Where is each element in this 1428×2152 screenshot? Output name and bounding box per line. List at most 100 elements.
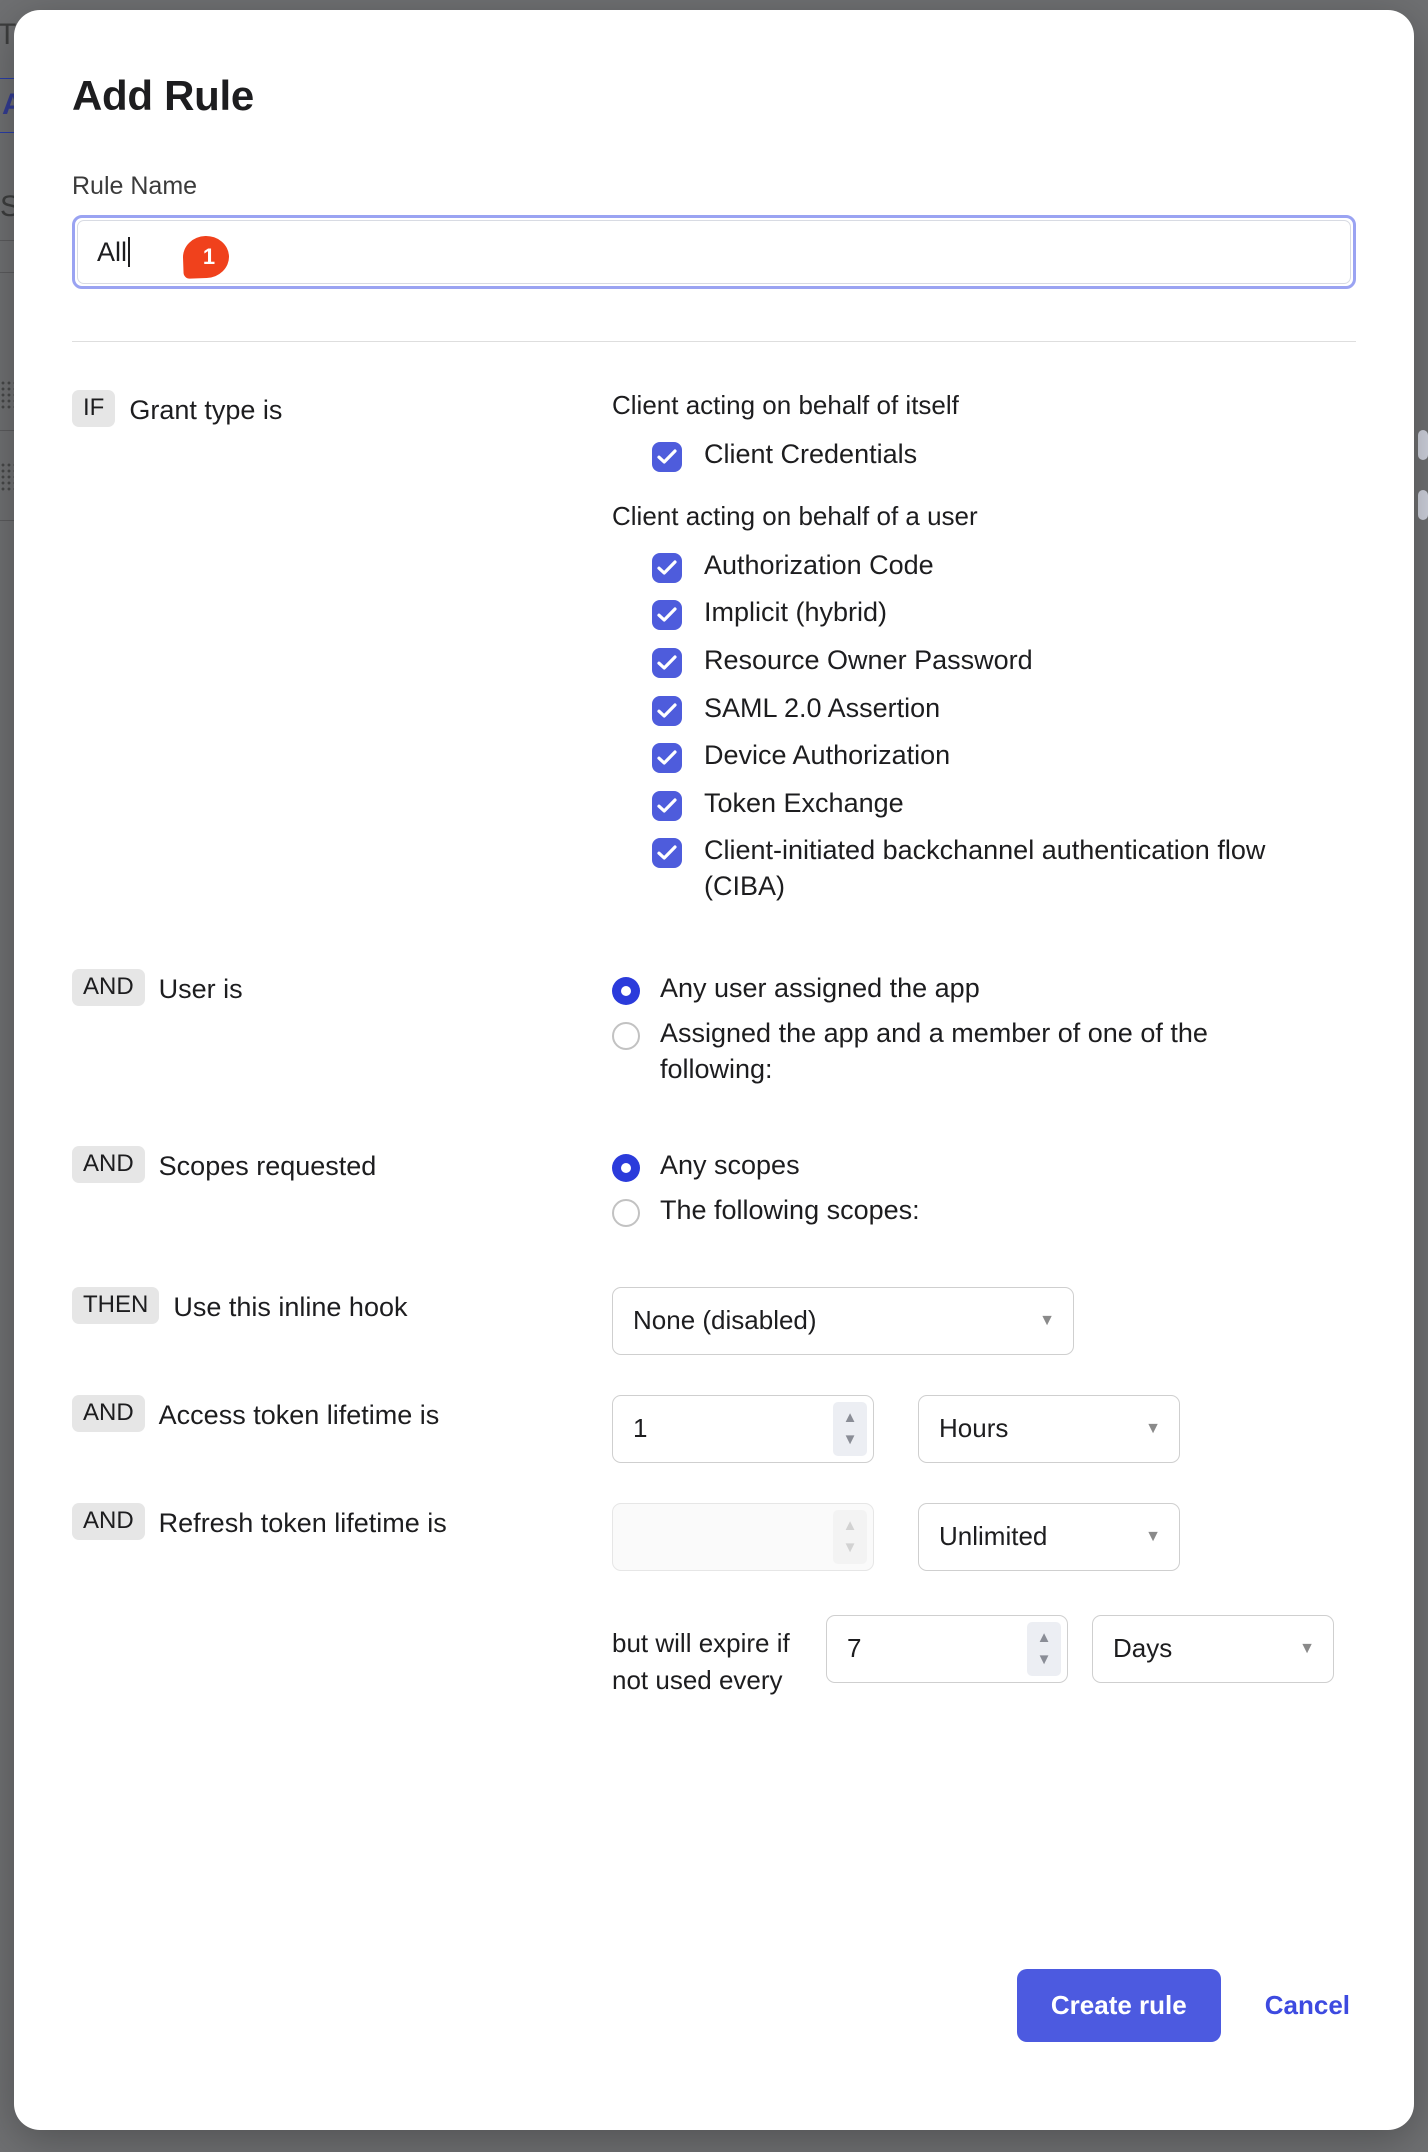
user-is-label: User is: [159, 969, 243, 1007]
checkbox-item-saml-assertion[interactable]: SAML 2.0 Assertion: [652, 691, 1356, 727]
refresh-token-unit-value: Unlimited: [939, 1521, 1047, 1552]
checkbox-checked-icon[interactable]: [652, 553, 682, 583]
refresh-token-controls: ▲ ▼ Unlimited ▼ but will expire if not u…: [612, 1503, 1356, 1700]
grant-type-row-left: IF Grant type is: [72, 390, 612, 428]
radio-label: The following scopes:: [660, 1193, 920, 1229]
radio-item-any-user-assigned[interactable]: Any user assigned the app: [612, 971, 1356, 1007]
chevron-down-icon[interactable]: ▼: [1037, 1652, 1052, 1667]
condition-row-grant-type: IF Grant type is Client acting on behalf…: [72, 390, 1356, 917]
scopes-options: Any scopes The following scopes:: [612, 1146, 1356, 1239]
radio-selected-icon[interactable]: [612, 1154, 640, 1182]
checkbox-label: Resource Owner Password: [704, 643, 1033, 679]
add-rule-dialog: Add Rule Rule Name All 1 IF Grant type i…: [14, 10, 1414, 2130]
operator-chip-if: IF: [72, 390, 115, 427]
radio-item-assigned-and-member[interactable]: Assigned the app and a member of one of …: [612, 1016, 1356, 1087]
access-token-unit-select[interactable]: Hours ▼: [918, 1395, 1180, 1463]
checkbox-label: SAML 2.0 Assertion: [704, 691, 940, 727]
annotation-number: 1: [183, 236, 229, 278]
radio-selected-icon[interactable]: [612, 977, 640, 1005]
page-title: Add Rule: [72, 72, 1356, 120]
inline-hook-row-left: THEN Use this inline hook: [72, 1287, 612, 1325]
checkbox-checked-icon[interactable]: [652, 696, 682, 726]
grant-group-heading-self: Client acting on behalf of itself: [612, 390, 1356, 421]
checkbox-item-authorization-code[interactable]: Authorization Code: [652, 548, 1356, 584]
checkbox-label: Device Authorization: [704, 738, 950, 774]
text-cursor: [128, 237, 130, 267]
checkbox-checked-icon[interactable]: [652, 791, 682, 821]
checkbox-item-resource-owner-password[interactable]: Resource Owner Password: [652, 643, 1356, 679]
chevron-up-icon: ▲: [843, 1518, 858, 1533]
checkbox-item-device-authorization[interactable]: Device Authorization: [652, 738, 1356, 774]
grant-type-options: Client acting on behalf of itself Client…: [612, 390, 1356, 917]
expire-amount-input[interactable]: 7 ▲ ▼: [826, 1615, 1068, 1683]
backdrop-divider: [0, 240, 14, 241]
checkbox-item-token-exchange[interactable]: Token Exchange: [652, 786, 1356, 822]
operator-chip-and: AND: [72, 1503, 145, 1540]
scopes-row-left: AND Scopes requested: [72, 1146, 612, 1184]
checkbox-label: Client Credentials: [704, 437, 917, 473]
number-stepper[interactable]: ▲ ▼: [833, 1402, 867, 1456]
operator-chip-and: AND: [72, 969, 145, 1006]
checkbox-item-client-credentials[interactable]: Client Credentials: [652, 437, 1356, 473]
refresh-token-unit-select[interactable]: Unlimited ▼: [918, 1503, 1180, 1571]
rule-name-input[interactable]: All 1: [72, 215, 1356, 289]
checkbox-label: Authorization Code: [704, 548, 934, 584]
expire-text-line-2: not used every: [612, 1662, 802, 1700]
radio-label: Assigned the app and a member of one of …: [660, 1016, 1260, 1087]
chevron-up-icon[interactable]: ▲: [843, 1410, 858, 1425]
access-token-amount-input[interactable]: 1 ▲ ▼: [612, 1395, 874, 1463]
backdrop-chip: [1418, 430, 1428, 460]
checkbox-checked-icon[interactable]: [652, 743, 682, 773]
operator-chip-and: AND: [72, 1395, 145, 1432]
inline-hook-label: Use this inline hook: [173, 1287, 407, 1325]
refresh-token-row-left: AND Refresh token lifetime is: [72, 1503, 612, 1541]
radio-item-following-scopes[interactable]: The following scopes:: [612, 1193, 1356, 1229]
radio-unselected-icon[interactable]: [612, 1022, 640, 1050]
checkbox-label: Implicit (hybrid): [704, 595, 887, 631]
inline-hook-select-value: None (disabled): [633, 1305, 817, 1336]
access-token-unit-value: Hours: [939, 1413, 1008, 1444]
radio-label: Any scopes: [660, 1148, 800, 1184]
expire-text-line-1: but will expire if: [612, 1625, 802, 1663]
radio-item-any-scopes[interactable]: Any scopes: [612, 1148, 1356, 1184]
grant-type-label: Grant type is: [129, 390, 282, 428]
access-token-controls: 1 ▲ ▼ Hours ▼: [612, 1395, 1356, 1463]
chevron-down-icon: ▼: [1039, 1312, 1055, 1330]
refresh-token-label: Refresh token lifetime is: [159, 1503, 447, 1541]
refresh-token-expire-row: but will expire if not used every 7 ▲ ▼ …: [612, 1615, 1356, 1700]
checkbox-item-implicit-hybrid[interactable]: Implicit (hybrid): [652, 595, 1356, 631]
backdrop-divider: [0, 430, 14, 431]
chevron-down-icon: ▼: [1145, 1420, 1161, 1438]
chevron-up-icon[interactable]: ▲: [1037, 1630, 1052, 1645]
condition-row-refresh-token: AND Refresh token lifetime is ▲ ▼ Unlimi…: [72, 1503, 1356, 1700]
rule-name-label: Rule Name: [72, 172, 1356, 201]
chevron-down-icon[interactable]: ▼: [843, 1432, 858, 1447]
checkbox-checked-icon[interactable]: [652, 838, 682, 868]
access-token-row-left: AND Access token lifetime is: [72, 1395, 612, 1433]
section-divider: [72, 341, 1356, 342]
scopes-label: Scopes requested: [159, 1146, 377, 1184]
chevron-down-icon: ▼: [1145, 1528, 1161, 1546]
backdrop-divider: [0, 520, 14, 521]
expire-amount-value: 7: [847, 1633, 861, 1664]
backdrop-divider: [0, 272, 14, 273]
create-rule-button[interactable]: Create rule: [1017, 1969, 1221, 2042]
checkbox-item-ciba[interactable]: Client-initiated backchannel authenticat…: [652, 833, 1356, 904]
expire-unit-value: Days: [1113, 1633, 1172, 1664]
access-token-label: Access token lifetime is: [159, 1395, 440, 1433]
cancel-button[interactable]: Cancel: [1259, 1990, 1356, 2021]
checkbox-checked-icon[interactable]: [652, 600, 682, 630]
checkbox-checked-icon[interactable]: [652, 648, 682, 678]
checkbox-label: Token Exchange: [704, 786, 904, 822]
refresh-token-primary-row: ▲ ▼ Unlimited ▼: [612, 1503, 1356, 1571]
expire-unit-select[interactable]: Days ▼: [1092, 1615, 1334, 1683]
condition-row-user-is: AND User is Any user assigned the app As…: [72, 969, 1356, 1098]
user-is-row-left: AND User is: [72, 969, 612, 1007]
number-stepper[interactable]: ▲ ▼: [1027, 1622, 1061, 1676]
grant-group-list-self: Client Credentials: [652, 437, 1356, 473]
chevron-down-icon: ▼: [1299, 1640, 1315, 1658]
inline-hook-select[interactable]: None (disabled) ▼: [612, 1287, 1074, 1355]
radio-unselected-icon[interactable]: [612, 1199, 640, 1227]
inline-hook-control: None (disabled) ▼: [612, 1287, 1356, 1355]
checkbox-checked-icon[interactable]: [652, 442, 682, 472]
